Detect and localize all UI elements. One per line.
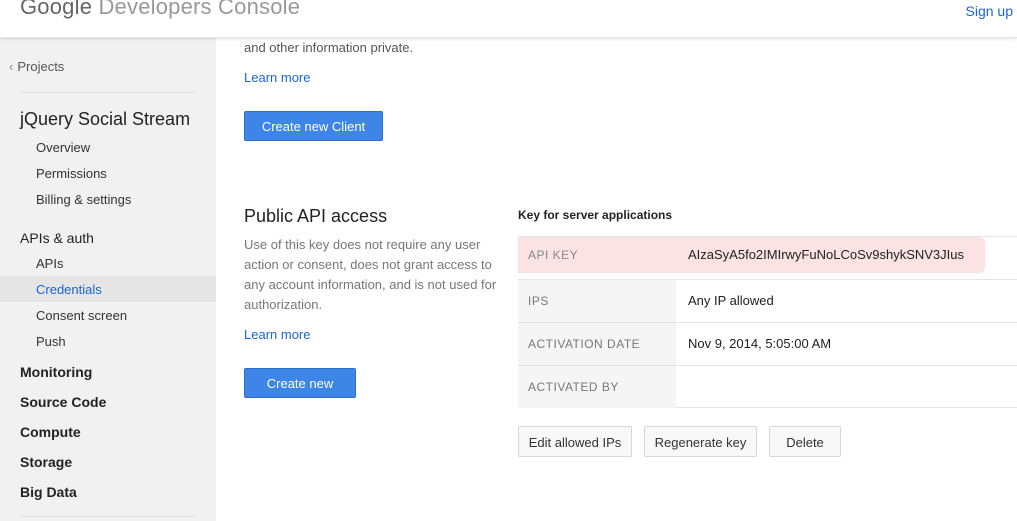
ips-value: Any IP allowed: [688, 293, 774, 308]
sidebar-active-highlight: [0, 276, 216, 302]
sign-up-link[interactable]: Sign up: [966, 3, 1013, 19]
sidebar-section-apis-auth[interactable]: APIs & auth: [20, 230, 94, 246]
delete-key-button[interactable]: Delete: [769, 426, 841, 457]
client-id-desc-tail: and other information private.: [244, 40, 414, 55]
activation-date-value: Nov 9, 2014, 5:05:00 AM: [688, 336, 832, 351]
sidebar-section-compute[interactable]: Compute: [20, 424, 81, 440]
sidebar-section-storage[interactable]: Storage: [20, 454, 72, 470]
top-header: Google Developers Console Sign up: [0, 0, 1017, 38]
projects-back-link[interactable]: ‹ Projects: [9, 59, 64, 74]
logo-product: Developers Console: [98, 0, 301, 19]
logo[interactable]: Google Developers Console: [20, 0, 300, 20]
table-row-activated-by: ACTIVATED BY: [518, 365, 1017, 408]
sidebar-divider: [20, 516, 196, 517]
edit-allowed-ips-button[interactable]: Edit allowed IPs: [518, 426, 632, 457]
api-key-table: API KEY AIzaSyA5fo2IMIrwyFuNoLCoSv9shykS…: [518, 236, 1017, 408]
activated-by-label: ACTIVATED BY: [518, 366, 676, 408]
sidebar-item-overview[interactable]: Overview: [36, 140, 90, 155]
project-name[interactable]: jQuery Social Stream: [20, 109, 190, 130]
create-client-id-button[interactable]: Create new Client ID: [244, 111, 383, 164]
activation-date-label: ACTIVATION DATE: [518, 323, 676, 365]
projects-label: Projects: [17, 59, 65, 74]
sidebar-section-big-data[interactable]: Big Data: [20, 484, 77, 500]
sidebar: ‹ Projects jQuery Social Stream Overview …: [0, 38, 216, 521]
sidebar-section-monitoring[interactable]: Monitoring: [20, 364, 92, 380]
sidebar-item-credentials[interactable]: Credentials: [36, 282, 102, 297]
sidebar-item-billing[interactable]: Billing & settings: [36, 192, 131, 207]
learn-more-link-oauth[interactable]: Learn more: [244, 70, 310, 85]
sidebar-item-consent-screen[interactable]: Consent screen: [36, 308, 127, 323]
ips-label: IPS: [518, 280, 676, 322]
key-section-title: Key for server applications: [518, 208, 673, 222]
sidebar-divider: [20, 92, 196, 93]
table-row-api-key: API KEY AIzaSyA5fo2IMIrwyFuNoLCoSv9shykS…: [518, 236, 1017, 279]
logo-google: Google: [20, 0, 93, 19]
create-new-key-button[interactable]: Create new Key: [244, 368, 356, 421]
sidebar-item-apis[interactable]: APIs: [36, 256, 63, 271]
chevron-left-icon: ‹: [9, 59, 14, 74]
public-api-description: Use of this key does not require any use…: [244, 237, 497, 312]
regenerate-key-button[interactable]: Regenerate key: [644, 426, 757, 457]
sidebar-section-source-code[interactable]: Source Code: [20, 394, 106, 410]
main-content: and other information private. Learn mor…: [216, 38, 1017, 521]
sidebar-item-push[interactable]: Push: [36, 334, 66, 349]
api-key-label: API KEY: [528, 248, 579, 262]
sidebar-item-permissions[interactable]: Permissions: [36, 166, 107, 181]
table-row-ips: IPS Any IP allowed: [518, 279, 1017, 322]
api-key-value[interactable]: AIzaSyA5fo2IMIrwyFuNoLCoSv9shykSNV3JIus: [688, 237, 964, 273]
table-row-activation-date: ACTIVATION DATE Nov 9, 2014, 5:05:00 AM: [518, 322, 1017, 365]
learn-more-link-api[interactable]: Learn more: [244, 327, 310, 342]
public-api-title: Public API access: [244, 206, 388, 226]
